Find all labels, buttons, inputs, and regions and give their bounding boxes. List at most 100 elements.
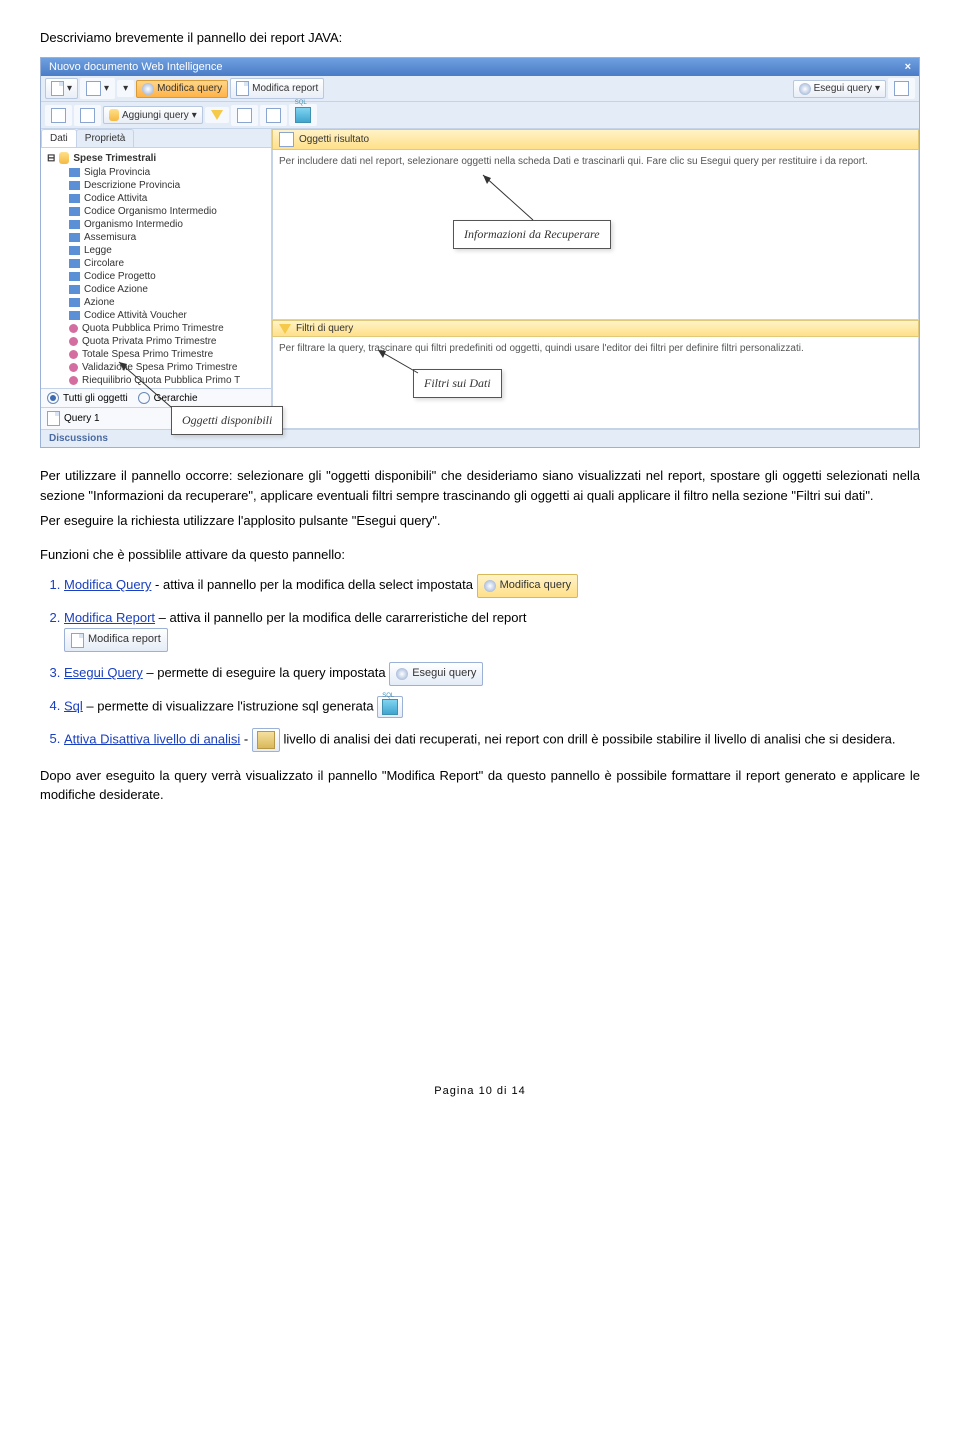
square-icon (51, 108, 66, 123)
measure-icon (69, 350, 78, 359)
result-objects-body[interactable]: Per includere dati nel report, seleziona… (272, 150, 919, 320)
dimension-icon (69, 285, 80, 294)
tree-dim[interactable]: Codice Azione (47, 283, 265, 296)
page-footer: Pagina 10 di 14 (40, 1085, 920, 1097)
tree-meas[interactable]: Quota Privata Primo Trimestre (47, 335, 265, 348)
tab-proprieta[interactable]: Proprietà (76, 129, 135, 147)
paragraph-2: Per eseguire la richiesta utilizzare l'a… (40, 511, 920, 531)
esegui-query-inline-button[interactable]: Esegui query (389, 662, 483, 686)
radio-icon (138, 392, 150, 404)
window-titlebar: Nuovo documento Web Intelligence × (41, 58, 919, 76)
db-icon (109, 109, 119, 121)
sql-icon (295, 107, 311, 123)
tree-dim[interactable]: Descrizione Provincia (47, 179, 265, 192)
tree-meas[interactable]: Quota Pubblica Primo Trimestre (47, 322, 265, 335)
func-name: Sql (64, 698, 83, 713)
square-icon (237, 108, 252, 123)
square-icon (894, 81, 909, 96)
object-tree[interactable]: ⊟ Spese Trimestrali Sigla Provincia Desc… (41, 148, 271, 388)
tree-root[interactable]: ⊟ Spese Trimestrali (47, 152, 265, 164)
query-filters-body[interactable]: Per filtrare la query, trascinare qui fi… (272, 337, 919, 429)
doc-icon (236, 81, 249, 96)
gear-icon (484, 580, 496, 592)
square-icon (86, 81, 101, 96)
tree-dim[interactable]: Codice Progetto (47, 270, 265, 283)
callout-filtri: Filtri sui Dati (413, 369, 502, 398)
callout-oggetti: Oggetti disponibili (171, 406, 283, 435)
esegui-query-button[interactable]: Esegui query ▾ (793, 80, 886, 98)
callout-info: Informazioni da Recuperare (453, 220, 611, 249)
intro-text: Descriviamo brevemente il pannello dei r… (40, 30, 920, 45)
tree-dim[interactable]: Sigla Provincia (47, 166, 265, 179)
modifica-report-inline-button[interactable]: Modifica report (64, 628, 168, 652)
window-title: Nuovo documento Web Intelligence (49, 61, 222, 73)
play-icon (799, 83, 811, 95)
dimension-icon (69, 194, 80, 203)
new-doc-button[interactable]: ▾ (45, 78, 78, 99)
doc-icon (47, 411, 60, 426)
tree-dim[interactable]: Codice Organismo Intermedio (47, 205, 265, 218)
left-tabs: Dati Proprietà (41, 129, 271, 148)
java-panel-screenshot: Nuovo documento Web Intelligence × ▾ ▾ ▾… (40, 57, 920, 448)
square-icon (266, 108, 281, 123)
aggiungi-query-button[interactable]: Aggiungi query ▾ (103, 106, 203, 124)
tree-meas[interactable]: Riequilibrio Quota Pubblica Primo T (47, 374, 265, 387)
square-icon (80, 108, 95, 123)
db-icon (59, 152, 69, 164)
tool-d[interactable] (260, 105, 287, 126)
list-item: Modifica Report – attiva il pannello per… (64, 608, 920, 652)
right-pane: Oggetti risultato Per includere dati nel… (272, 129, 919, 429)
paragraph-4: Dopo aver eseguito la query verrà visual… (40, 766, 920, 805)
more-button[interactable]: ▾ (117, 80, 134, 97)
query-filters-header: Filtri di query (272, 320, 919, 337)
drill-icon (257, 731, 275, 749)
tree-dim[interactable]: Codice Attivita (47, 192, 265, 205)
sql-button[interactable] (289, 104, 317, 126)
square-icon (279, 132, 294, 147)
modifica-report-button[interactable]: Modifica report (230, 78, 324, 99)
sql-icon (382, 699, 398, 715)
tree-meas[interactable]: Validazione Spesa Primo Trimestre (47, 361, 265, 374)
tool-c[interactable] (231, 105, 258, 126)
doc-icon (71, 633, 84, 648)
modifica-query-inline-button[interactable]: Modifica query (477, 574, 579, 598)
list-item: Attiva Disattiva livello di analisi - li… (64, 728, 920, 752)
drill-inline-button[interactable] (252, 728, 280, 752)
dimension-icon (69, 220, 80, 229)
funnel-icon (279, 324, 291, 334)
measure-icon (69, 363, 78, 372)
func-name: Esegui Query (64, 665, 143, 680)
gear-icon (142, 83, 154, 95)
tree-dim[interactable]: Codice Attività Voucher (47, 309, 265, 322)
dimension-icon (69, 311, 80, 320)
functions-list: Modifica Query - attiva il pannello per … (64, 574, 920, 752)
tool-b[interactable] (74, 105, 101, 126)
doc-icon (51, 81, 64, 96)
dimension-icon (69, 207, 80, 216)
tree-meas[interactable]: Totale Spesa Primo Trimestre (47, 348, 265, 361)
radio-icon (47, 392, 59, 404)
close-icon[interactable]: × (905, 61, 911, 73)
tree-dim[interactable]: Legge (47, 244, 265, 257)
dimension-icon (69, 259, 80, 268)
tree-dim[interactable]: Azione (47, 296, 265, 309)
radio-all[interactable]: Tutti gli oggetti (47, 392, 128, 404)
list-item: Esegui Query – permette di eseguire la q… (64, 662, 920, 686)
tree-dim[interactable]: Assemisura (47, 231, 265, 244)
measure-icon (69, 337, 78, 346)
dropdown-button[interactable]: ▾ (80, 78, 115, 99)
dimension-icon (69, 298, 80, 307)
radio-gerarchie[interactable]: Gerarchie (138, 392, 198, 404)
overflow-button[interactable] (888, 78, 915, 99)
tree-dim[interactable]: Organismo Intermedio (47, 218, 265, 231)
list-item: Sql – permette di visualizzare l'istruzi… (64, 696, 920, 718)
sql-inline-button[interactable] (377, 696, 403, 718)
modifica-query-button[interactable]: Modifica query (136, 80, 228, 98)
play-icon (396, 668, 408, 680)
dimension-icon (69, 181, 80, 190)
toolbar-main: ▾ ▾ ▾ Modifica query Modifica report Ese… (41, 76, 919, 102)
tab-dati[interactable]: Dati (41, 129, 77, 147)
filter-button[interactable] (205, 107, 229, 123)
tool-a[interactable] (45, 105, 72, 126)
tree-dim[interactable]: Circolare (47, 257, 265, 270)
